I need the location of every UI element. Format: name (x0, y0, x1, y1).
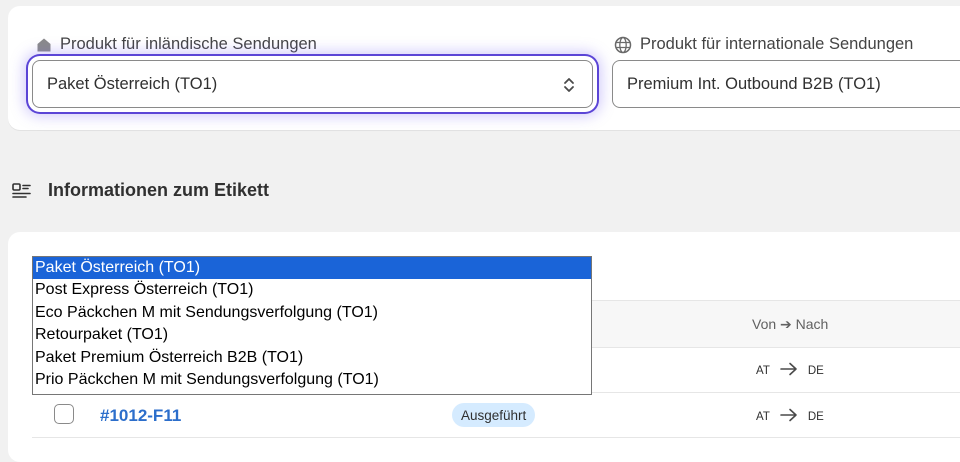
label-info-icon (12, 182, 31, 199)
section-title: Informationen zum Etikett (48, 180, 270, 200)
domestic-product-select[interactable]: Paket Österreich (TO1) (32, 60, 593, 108)
option-paket-premium-b2b[interactable]: Paket Premium Österreich B2B (TO1) (33, 347, 591, 369)
home-icon (36, 37, 52, 53)
globe-icon (614, 36, 632, 54)
international-product-label: Produkt für internationale Sendungen (614, 35, 913, 54)
row-divider (32, 437, 960, 438)
table-row-route: AT DE (756, 362, 824, 379)
status-badge: Ausgeführt (452, 403, 536, 427)
select-chevron-icon (562, 75, 576, 100)
option-eco-paeckchen[interactable]: Eco Päckchen M mit Sendungsverfolgung (T… (33, 302, 591, 324)
origin-country: AT (756, 410, 770, 423)
international-product-select[interactable]: Premium Int. Outbound B2B (TO1) (612, 60, 960, 108)
option-paket-oesterreich[interactable]: Paket Österreich (TO1) (33, 257, 591, 280)
international-product-value: Premium Int. Outbound B2B (TO1) (627, 74, 881, 93)
arrow-right-icon (780, 362, 798, 379)
option-post-express[interactable]: Post Express Österreich (TO1) (33, 279, 591, 301)
destination-country: DE (807, 410, 824, 423)
destination-country: DE (807, 364, 824, 377)
domestic-product-value: Paket Österreich (TO1) (47, 74, 218, 93)
option-retourpaket[interactable]: Retourpaket (TO1) (33, 324, 591, 346)
label-info-section-header: Informationen zum Etikett (12, 180, 269, 201)
domestic-product-label: Produkt für inländische Sendungen (36, 35, 317, 54)
option-prio-paeckchen[interactable]: Prio Päckchen M mit Sendungsverfolgung (… (33, 369, 591, 391)
order-link[interactable]: #1012-F11 (100, 406, 181, 426)
origin-country: AT (756, 364, 770, 377)
table-row-route: AT DE (756, 408, 824, 425)
row-checkbox[interactable] (54, 404, 74, 424)
arrow-right-icon (780, 408, 798, 425)
domestic-product-options-list[interactable]: Paket Österreich (TO1) Post Express Öste… (32, 256, 592, 395)
column-header-route: Von ➔ Nach (752, 316, 829, 332)
